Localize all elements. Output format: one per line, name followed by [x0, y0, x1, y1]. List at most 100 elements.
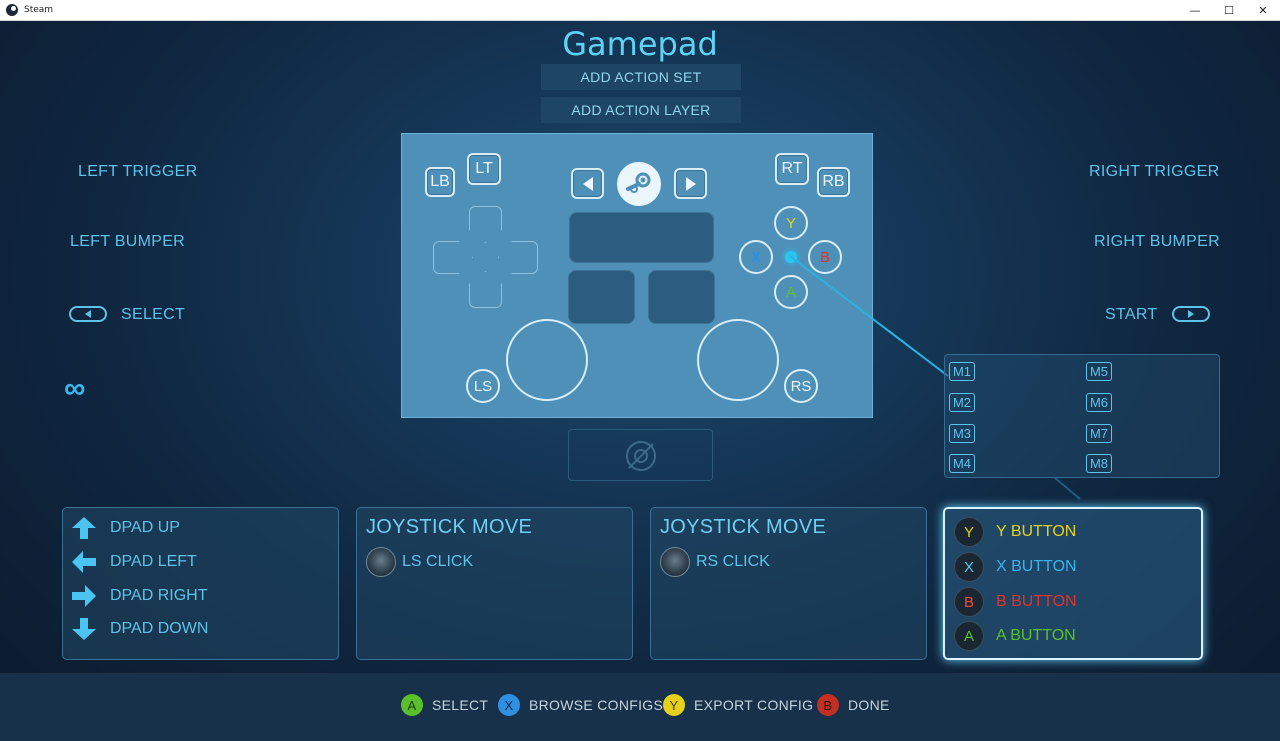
dpad-left-row[interactable]: DPAD LEFT	[72, 551, 197, 573]
start-label[interactable]: START	[1105, 306, 1157, 324]
b-hint-icon: B	[817, 694, 839, 716]
dpad-down-label: DPAD DOWN	[110, 620, 209, 637]
start-button-icon	[1172, 306, 1210, 322]
screen-area	[569, 212, 714, 263]
window-title: Steam	[24, 5, 54, 15]
gyro-disabled-icon	[626, 441, 656, 471]
left-trackpad[interactable]	[568, 270, 635, 324]
select-label[interactable]: SELECT	[121, 306, 185, 324]
left-stick-panel[interactable]: JOYSTICK MOVE LS CLICK	[356, 507, 633, 660]
select-button-icon	[69, 306, 107, 322]
y-button-label: Y BUTTON	[996, 523, 1077, 540]
macro-m5[interactable]: M5	[1086, 362, 1112, 381]
b-button-label: B BUTTON	[996, 593, 1077, 610]
x-button-label: X BUTTON	[996, 558, 1077, 575]
rs-button[interactable]: RS	[784, 369, 818, 403]
rt-button[interactable]: RT	[775, 153, 809, 185]
y-button-row[interactable]: Y Y BUTTON	[954, 517, 1076, 547]
window-controls: — ☐ ✕	[1178, 0, 1280, 21]
gamepad-config-screen: Gamepad ADD ACTION SET ADD ACTION LAYER …	[0, 21, 1280, 741]
add-action-set-button[interactable]: ADD ACTION SET	[541, 64, 741, 90]
done-hint-label: DONE	[848, 697, 890, 713]
close-button[interactable]: ✕	[1246, 0, 1280, 21]
y-hint-icon: Y	[663, 694, 685, 716]
title-bar: Steam — ☐ ✕	[0, 0, 1280, 21]
arrow-down-icon	[72, 618, 96, 640]
macro-buttons-panel: M1 M5 M2 M6 M3 M7 M4 M8	[944, 354, 1220, 478]
y-button[interactable]: Y	[774, 206, 808, 240]
browse-configs-label: BROWSE CONFIGS	[529, 697, 664, 713]
y-button-icon: Y	[954, 517, 984, 547]
right-stick-panel[interactable]: JOYSTICK MOVE RS CLICK	[650, 507, 927, 660]
lb-button[interactable]: LB	[425, 167, 455, 197]
macro-m8[interactable]: M8	[1086, 454, 1112, 473]
steam-logo-icon	[6, 4, 18, 16]
dpad-up-label: DPAD UP	[110, 519, 180, 536]
left-stick[interactable]	[506, 319, 588, 401]
b-button-icon: B	[954, 587, 984, 617]
dpad-down-row[interactable]: DPAD DOWN	[72, 618, 208, 640]
left-trigger-label[interactable]: LEFT TRIGGER	[78, 163, 197, 181]
export-config-label: EXPORT CONFIG	[694, 697, 814, 713]
dpad-panel[interactable]: DPAD UP DPAD LEFT DPAD RIGHT DPAD DOWN	[62, 507, 339, 660]
ls-click-row[interactable]: LS CLICK	[366, 547, 473, 577]
a-button-row[interactable]: A A BUTTON	[954, 621, 1076, 651]
gyro-slot[interactable]	[568, 429, 713, 481]
rb-button[interactable]: RB	[817, 167, 850, 197]
macro-m7[interactable]: M7	[1086, 424, 1112, 443]
arrow-up-icon	[72, 517, 96, 539]
arrow-right-icon	[72, 585, 96, 607]
right-stick[interactable]	[697, 319, 779, 401]
selection-dot	[785, 251, 797, 263]
right-trackpad[interactable]	[648, 270, 715, 324]
right-bumper-label[interactable]: RIGHT BUMPER	[1094, 233, 1220, 251]
ls-click-label: LS CLICK	[402, 553, 474, 570]
x-hint-icon: X	[498, 694, 520, 716]
export-config-hint[interactable]: Y EXPORT CONFIG	[663, 694, 813, 716]
macro-m4[interactable]: M4	[949, 454, 975, 473]
a-hint-icon: A	[401, 694, 423, 716]
arrow-left-icon	[72, 551, 96, 573]
select-hint[interactable]: A SELECT	[401, 694, 488, 716]
footer-hints: A SELECT X BROWSE CONFIGS Y EXPORT CONFI…	[0, 673, 1280, 741]
macro-m2[interactable]: M2	[949, 393, 975, 412]
x-button[interactable]: X	[739, 240, 773, 274]
right-trigger-label[interactable]: RIGHT TRIGGER	[1089, 163, 1219, 181]
a-button[interactable]: A	[774, 275, 808, 309]
select-hint-label: SELECT	[432, 697, 489, 713]
done-hint[interactable]: B DONE	[817, 694, 890, 716]
a-button-icon: A	[954, 621, 984, 651]
browse-configs-hint[interactable]: X BROWSE CONFIGS	[498, 694, 663, 716]
macro-m3[interactable]: M3	[949, 424, 975, 443]
rs-click-row[interactable]: RS CLICK	[660, 547, 770, 577]
x-button-row[interactable]: X X BUTTON	[954, 552, 1077, 582]
back-arrow-icon[interactable]	[571, 168, 604, 199]
a-button-label: A BUTTON	[996, 627, 1076, 644]
steam-button-icon[interactable]	[617, 162, 661, 206]
forward-arrow-icon[interactable]	[674, 168, 707, 199]
dpad-right-label: DPAD RIGHT	[110, 587, 208, 604]
controller-diagram: LB LT RT RB Y X B A LS RS	[401, 133, 873, 418]
dpad-right-row[interactable]: DPAD RIGHT	[72, 585, 207, 607]
left-stick-mode: JOYSTICK MOVE	[366, 516, 533, 538]
right-stick-icon	[660, 547, 690, 577]
left-stick-icon	[366, 547, 396, 577]
right-stick-mode: JOYSTICK MOVE	[660, 516, 827, 538]
b-button-row[interactable]: B B BUTTON	[954, 587, 1077, 617]
dpad-left-label: DPAD LEFT	[110, 553, 197, 570]
lt-button[interactable]: LT	[467, 153, 501, 185]
macro-m6[interactable]: M6	[1086, 393, 1112, 412]
infinity-icon[interactable]: ∞	[64, 372, 86, 406]
maximize-button[interactable]: ☐	[1212, 0, 1246, 21]
macro-m1[interactable]: M1	[949, 362, 975, 381]
x-button-icon: X	[954, 552, 984, 582]
b-button[interactable]: B	[808, 240, 842, 274]
face-buttons-panel[interactable]: Y Y BUTTON X X BUTTON B B BUTTON A A BUT…	[943, 507, 1203, 660]
add-action-layer-button[interactable]: ADD ACTION LAYER	[541, 97, 741, 123]
minimize-button[interactable]: —	[1178, 0, 1212, 21]
left-bumper-label[interactable]: LEFT BUMPER	[70, 233, 185, 251]
rs-click-label: RS CLICK	[696, 553, 770, 570]
dpad-up-row[interactable]: DPAD UP	[72, 517, 180, 539]
page-title: Gamepad	[562, 25, 718, 63]
ls-button[interactable]: LS	[466, 369, 500, 403]
